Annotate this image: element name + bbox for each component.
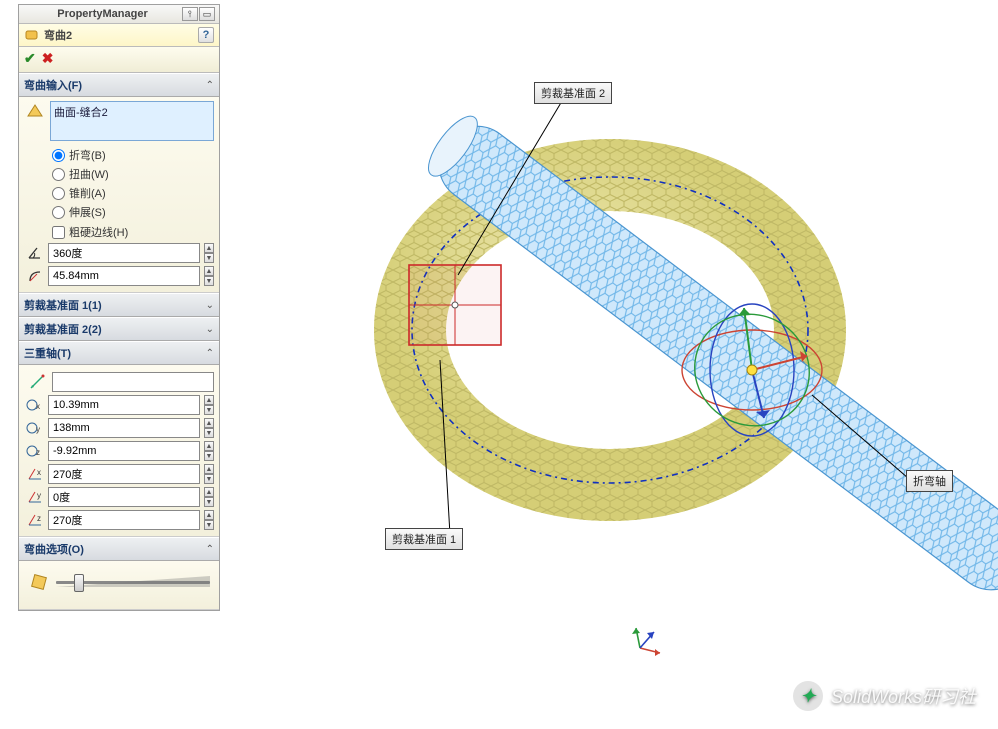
callout-trim-plane-2[interactable]: 剪裁基准面 2 <box>534 82 612 104</box>
graphics-viewport[interactable]: 剪裁基准面 2 剪裁基准面 1 折弯轴 ✦ SolidWorks研习社 <box>230 0 998 729</box>
y-pos-input[interactable] <box>48 418 200 438</box>
slider-thumb[interactable] <box>74 574 84 592</box>
pm-title: PropertyManager <box>23 8 182 20</box>
section-label: 弯曲输入(F) <box>24 77 82 93</box>
x-pos-icon: x <box>26 396 44 414</box>
spin-down[interactable]: ▼ <box>204 520 214 530</box>
spin-down[interactable]: ▼ <box>204 276 214 286</box>
spin-down[interactable]: ▼ <box>204 405 214 415</box>
section-label: 弯曲选项(O) <box>24 541 84 557</box>
spin-up[interactable]: ▲ <box>204 418 214 428</box>
callout-bend-axis[interactable]: 折弯轴 <box>906 470 953 492</box>
x-rot-input[interactable] <box>48 464 200 484</box>
pm-header: PropertyManager ⫯ ▭ <box>19 5 219 24</box>
section-triad-body: x ▲▼ y ▲▼ z ▲▼ x ▲▼ y ▲▼ z ▲▼ <box>19 365 219 537</box>
spin-up[interactable]: ▲ <box>204 395 214 405</box>
radio-bend[interactable]: 折弯(B) <box>52 147 214 163</box>
section-trim2-header[interactable]: 剪裁基准面 2(2) ⌄ <box>19 317 219 341</box>
spin-down[interactable]: ▼ <box>204 474 214 484</box>
chevron-up-icon: ⌃ <box>206 80 214 91</box>
flex-feature-icon <box>24 27 40 43</box>
radio-twist[interactable]: 扭曲(W) <box>52 166 214 182</box>
radio-stretch[interactable]: 伸展(S) <box>52 204 214 220</box>
ok-button[interactable]: ✔ <box>24 50 36 67</box>
section-triad-header[interactable]: 三重轴(T) ⌃ <box>19 341 219 365</box>
spin-down[interactable]: ▼ <box>204 451 214 461</box>
origin-select-input[interactable] <box>52 372 214 392</box>
spin-up[interactable]: ▲ <box>204 266 214 276</box>
z-pos-input[interactable] <box>48 441 200 461</box>
cancel-button[interactable]: ✖ <box>42 50 54 67</box>
x-pos-input[interactable] <box>48 395 200 415</box>
checkbox-hard-edges[interactable]: 粗硬边线(H) <box>24 224 214 240</box>
z-rot-input[interactable] <box>48 510 200 530</box>
split-icon[interactable]: ▭ <box>199 7 215 21</box>
svg-text:x: x <box>37 468 41 477</box>
watermark-text: SolidWorks研习社 <box>831 683 976 709</box>
spin-up[interactable]: ▲ <box>204 441 214 451</box>
feature-name: 弯曲2 <box>44 27 72 43</box>
section-label: 剪裁基准面 2(2) <box>24 321 102 337</box>
z-pos-icon: z <box>26 442 44 460</box>
y-pos-icon: y <box>26 419 44 437</box>
spin-up[interactable]: ▲ <box>204 464 214 474</box>
section-options-header[interactable]: 弯曲选项(O) ⌃ <box>19 537 219 561</box>
model-render <box>230 0 998 729</box>
radius-input[interactable] <box>48 266 200 286</box>
spin-up[interactable]: ▲ <box>204 487 214 497</box>
radius-icon <box>26 267 44 285</box>
chevron-up-icon: ⌃ <box>206 348 214 359</box>
spin-down[interactable]: ▼ <box>204 428 214 438</box>
spin-down[interactable]: ▼ <box>204 497 214 507</box>
section-flex-input-header[interactable]: 弯曲输入(F) ⌃ <box>19 73 219 97</box>
z-rot-icon: z <box>26 511 44 529</box>
spin-down[interactable]: ▼ <box>204 253 214 263</box>
chevron-up-icon: ⌃ <box>206 544 214 555</box>
chevron-down-icon: ⌄ <box>206 300 214 311</box>
y-rot-input[interactable] <box>48 487 200 507</box>
section-options-body <box>19 561 219 610</box>
section-flex-input-body: 曲面-缝合2 折弯(B) 扭曲(W) 锥削(A) 伸展(S) 粗硬边线(H) ▲… <box>19 97 219 293</box>
property-manager-panel: PropertyManager ⫯ ▭ 弯曲2 ? ✔ ✖ 弯曲输入(F) ⌃ … <box>18 4 220 611</box>
radio-taper[interactable]: 锥削(A) <box>52 185 214 201</box>
angle-input[interactable] <box>48 243 200 263</box>
selection-item: 曲面-缝合2 <box>54 107 108 119</box>
watermark: ✦ SolidWorks研习社 <box>793 681 976 711</box>
svg-text:z: z <box>36 448 40 457</box>
confirm-row: ✔ ✖ <box>19 47 219 73</box>
svg-text:y: y <box>37 491 41 500</box>
svg-text:x: x <box>36 402 40 411</box>
watermark-icon: ✦ <box>793 681 823 711</box>
angle-icon <box>26 244 44 262</box>
body-select-icon <box>24 101 46 123</box>
spin-up[interactable]: ▲ <box>204 243 214 253</box>
body-selection-list[interactable]: 曲面-缝合2 <box>50 101 214 141</box>
chevron-down-icon: ⌄ <box>206 324 214 335</box>
y-rot-icon: y <box>26 488 44 506</box>
svg-text:y: y <box>36 425 40 434</box>
svg-text:z: z <box>37 514 41 523</box>
origin-select-icon <box>26 373 48 391</box>
section-label: 三重轴(T) <box>24 345 71 361</box>
quality-slider[interactable] <box>56 572 210 592</box>
quality-icon <box>28 571 50 593</box>
section-trim1-header[interactable]: 剪裁基准面 1(1) ⌄ <box>19 293 219 317</box>
x-rot-icon: x <box>26 465 44 483</box>
feature-title-bar: 弯曲2 ? <box>19 24 219 47</box>
pin-icon[interactable]: ⫯ <box>182 7 198 21</box>
callout-trim-plane-1[interactable]: 剪裁基准面 1 <box>385 528 463 550</box>
section-label: 剪裁基准面 1(1) <box>24 297 102 313</box>
help-button[interactable]: ? <box>198 27 214 43</box>
origin-triad-icon <box>630 618 670 658</box>
spin-up[interactable]: ▲ <box>204 510 214 520</box>
